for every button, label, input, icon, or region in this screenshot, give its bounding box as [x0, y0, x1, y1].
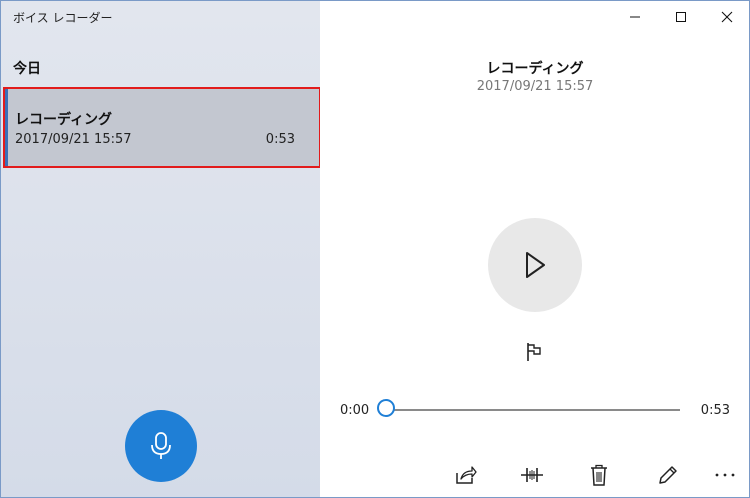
rename-icon [659, 466, 677, 484]
delete-icon [591, 464, 607, 486]
flag-icon [527, 343, 541, 361]
maximize-icon [676, 12, 686, 22]
trim-icon [521, 468, 543, 482]
close-icon [721, 11, 733, 23]
recording-item-title: レコーディング [15, 112, 113, 128]
detail-recording-date: 2017/09/21 15:57 [476, 79, 594, 94]
recording-detail-pane: レコーディング 2017/09/21 15:57 0:00 0:53 [320, 1, 749, 497]
recording-item-duration: 0:53 [265, 132, 295, 147]
play-icon [526, 252, 545, 278]
play-button[interactable] [488, 218, 582, 312]
add-marker-button[interactable] [522, 340, 546, 364]
more-icon [715, 473, 735, 477]
trim-button[interactable] [518, 461, 546, 489]
microphone-icon [151, 432, 171, 459]
selection-indicator [5, 89, 8, 166]
recording-list-item[interactable]: レコーディング 2017/09/21 15:57 0:53 [3, 87, 321, 168]
section-header-today: 今日 [13, 61, 41, 77]
share-icon [456, 466, 477, 484]
delete-button[interactable] [585, 461, 613, 489]
share-button[interactable] [452, 461, 480, 489]
more-button[interactable] [711, 461, 739, 489]
recordings-sidebar: ボイス レコーダー 今日 レコーディング 2017/09/21 15:57 0:… [1, 1, 321, 497]
total-time: 0:53 [700, 403, 730, 418]
voice-recorder-window: ボイス レコーダー 今日 レコーディング 2017/09/21 15:57 0:… [0, 0, 750, 498]
app-title: ボイス レコーダー [13, 11, 113, 25]
minimize-icon [630, 16, 640, 18]
seek-bar[interactable] [388, 409, 680, 411]
minimize-button[interactable] [612, 1, 658, 33]
recording-item-date: 2017/09/21 15:57 [15, 132, 132, 147]
record-button[interactable] [125, 410, 197, 482]
current-time: 0:00 [340, 403, 370, 418]
close-button[interactable] [704, 1, 749, 33]
rename-button[interactable] [654, 461, 682, 489]
maximize-button[interactable] [658, 1, 704, 33]
detail-recording-title: レコーディング [486, 61, 584, 77]
seek-thumb[interactable] [377, 399, 395, 417]
